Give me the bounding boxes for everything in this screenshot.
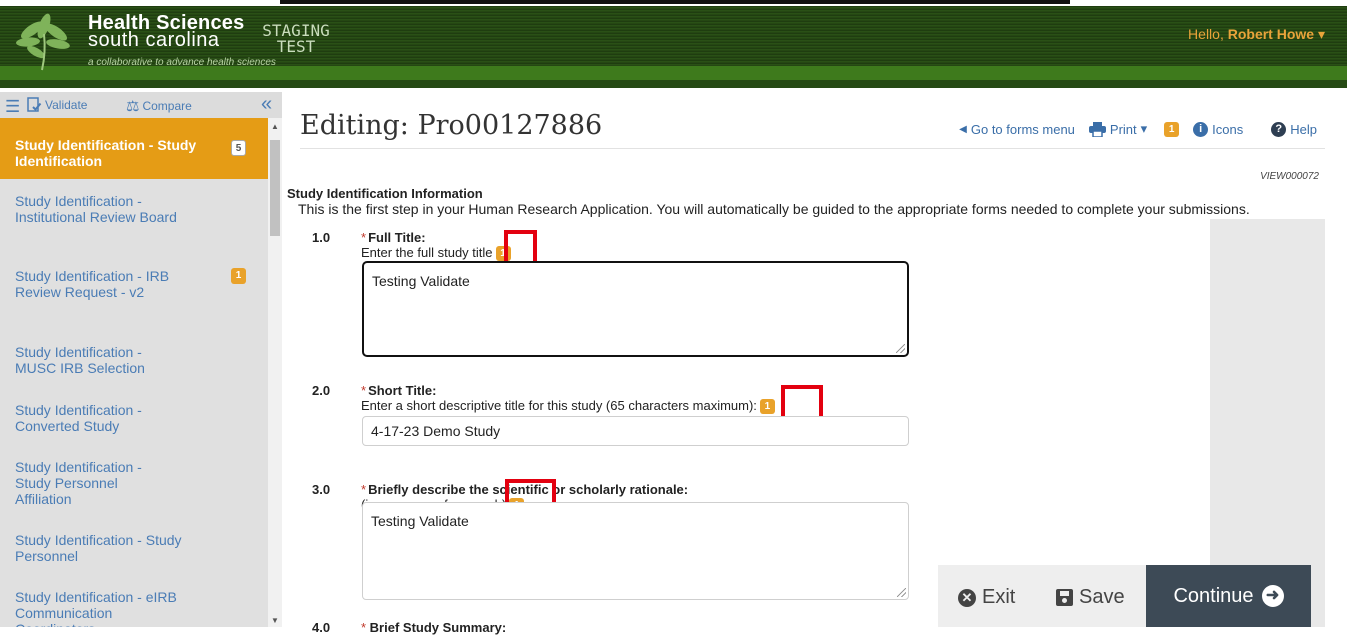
form-action-bar: ✕ Exit Save Continue ➜ <box>938 565 1311 627</box>
continue-button[interactable]: Continue ➜ <box>1146 565 1311 627</box>
sidebar-item-label: Study Identification - Study Personnel A… <box>15 459 142 507</box>
sidebar-item-label: Study Identification - Converted Study <box>15 402 142 434</box>
validate-label: Validate <box>45 98 88 112</box>
question-help-full-title: Enter the full study title 1 <box>361 245 511 262</box>
sidebar-item-study-personnel-affiliation[interactable]: Study Identification - Study Personnel A… <box>0 459 268 507</box>
required-marker: * <box>361 383 367 398</box>
user-name[interactable]: Robert Howe <box>1228 26 1314 42</box>
sidebar-item-label: Study Identification - Study Personnel <box>15 532 182 564</box>
resize-grip-icon[interactable] <box>896 344 905 353</box>
resize-grip-icon[interactable] <box>897 588 906 597</box>
sidebar-item-label: Study Identification - IRB Review Reques… <box>15 268 170 300</box>
sidebar-item-study-identification[interactable]: Study Identification - Study Identificat… <box>0 118 268 179</box>
sidebar-toolbar: ☰ Validate ⚖ Compare « <box>0 92 282 118</box>
required-marker: * <box>361 620 370 635</box>
help-icon: ? <box>1271 121 1287 137</box>
question-label-short-title: * Short Title: <box>361 383 437 398</box>
forms-menu-label: Go to forms menu <box>970 121 1075 137</box>
comment-badge[interactable]: 1 <box>759 399 775 415</box>
short-title-input[interactable]: 4-17-23 Demo Study <box>362 416 909 446</box>
scale-icon: ⚖ <box>126 98 140 115</box>
menu-toggle[interactable]: ☰ <box>5 97 20 117</box>
sidebar-item-label: Study Identification - Institutional Rev… <box>15 193 177 225</box>
palmetto-logo-icon <box>16 13 70 71</box>
sidebar-item-converted-study[interactable]: Study Identification - Converted Study <box>0 402 268 434</box>
go-to-forms-menu-link[interactable]: ◀ Go to forms menu <box>959 122 1075 137</box>
user-greeting[interactable]: Hello, Robert Howe ▾ <box>1188 26 1325 43</box>
question-label-brief-summary: * Brief Study Summary: <box>361 620 507 635</box>
help-link[interactable]: ? Help <box>1271 121 1317 137</box>
environment-label: STAGING TEST <box>262 21 330 56</box>
question-4-partial: 4.0 * Brief Study Summary: <box>312 620 507 635</box>
logo-tagline: a collaborative to advance health scienc… <box>88 57 276 68</box>
info-icon: i <box>1193 121 1209 137</box>
icons-label: Icons <box>1212 121 1244 137</box>
sidebar-item-institutional-review-board[interactable]: Study Identification - Institutional Rev… <box>0 193 268 225</box>
comment-count-badge[interactable]: 5 <box>231 140 246 156</box>
caret-left-icon: ◀ <box>959 123 967 135</box>
title-divider <box>300 148 1325 149</box>
close-circle-icon: ✕ <box>958 588 976 607</box>
forms-sidebar: ☰ Validate ⚖ Compare « Study Identificat… <box>0 92 282 627</box>
sidebar-item-study-personnel[interactable]: Study Identification - Study Personnel <box>0 532 268 564</box>
chevron-down-icon: ▾ <box>1317 26 1325 42</box>
scrollbar-thumb[interactable] <box>270 140 280 236</box>
compare-button[interactable]: ⚖ Compare <box>126 97 192 115</box>
question-label-full-title: * Full Title: <box>361 230 426 245</box>
sidebar-item-label: Study Identification - Study Identificat… <box>15 137 197 169</box>
required-marker: * <box>361 482 367 497</box>
exit-label: Exit <box>982 586 1016 608</box>
validate-icon <box>27 97 42 112</box>
page-title: Editing: Pro00127886 <box>300 110 603 141</box>
continue-label: Continue <box>1173 584 1254 607</box>
full-title-textarea[interactable]: Testing Validate <box>362 261 909 357</box>
sidebar-form-list: Study Identification - Study Identificat… <box>0 118 268 627</box>
hamburger-icon[interactable]: ☰ <box>5 97 20 117</box>
question-help-short-title: Enter a short descriptive title for this… <box>361 398 775 415</box>
exit-button[interactable]: ✕ Exit <box>958 586 1015 609</box>
page-actions: ◀ Go to forms menu Print ▾ 1 i Icons ? H… <box>959 121 1317 137</box>
printer-icon <box>1088 121 1106 137</box>
sidebar-item-irb-review-request[interactable]: Study Identification - IRB Review Reques… <box>0 268 268 300</box>
view-id: VIEW000072 <box>1260 171 1319 182</box>
required-marker: * <box>361 230 367 245</box>
question-number: 1.0 <box>312 230 331 245</box>
print-button[interactable]: Print ▾ <box>1088 121 1148 137</box>
save-icon <box>1056 589 1073 606</box>
question-number: 3.0 <box>312 482 331 497</box>
scroll-up-icon[interactable]: ▲ <box>271 122 279 131</box>
print-label: Print <box>1109 121 1137 137</box>
scroll-down-icon[interactable]: ▼ <box>271 616 279 625</box>
compare-label: Compare <box>142 99 192 113</box>
validate-button[interactable]: Validate <box>26 97 87 113</box>
section-heading: Study Identification Information <box>287 186 483 201</box>
section-description: This is the first step in your Human Res… <box>298 201 1250 217</box>
rationale-textarea[interactable]: Testing Validate <box>362 502 909 600</box>
sidebar-item-label: Study Identification - eIRB Communicatio… <box>15 589 177 627</box>
collapse-sidebar-icon[interactable]: « <box>261 93 272 116</box>
comments-indicator[interactable]: 1 <box>1161 121 1180 137</box>
comment-count-badge[interactable]: 1 <box>231 268 246 284</box>
sidebar-item-musc-irb-selection[interactable]: Study Identification - MUSC IRB Selectio… <box>0 344 268 376</box>
icons-legend-link[interactable]: i Icons <box>1193 121 1244 137</box>
comment-count-badge: 1 <box>1164 121 1180 137</box>
sidebar-item-eirb-communication-coordinators[interactable]: Study Identification - eIRB Communicatio… <box>0 589 268 627</box>
caret-down-icon: ▾ <box>1140 121 1148 136</box>
logo-subtitle: south carolina <box>88 29 220 51</box>
help-label: Help <box>1290 121 1317 137</box>
site-header: Health Sciences south carolina a collabo… <box>0 6 1347 88</box>
save-button[interactable]: Save <box>1056 586 1125 609</box>
sidebar-item-label: Study Identification - MUSC IRB Selectio… <box>15 344 145 376</box>
sidebar-scrollbar[interactable]: ▲ ▼ <box>268 118 282 627</box>
arrow-right-circle-icon: ➜ <box>1261 585 1284 607</box>
question-number: 2.0 <box>312 383 331 398</box>
greeting-prefix: Hello, <box>1188 26 1224 42</box>
save-label: Save <box>1079 586 1125 608</box>
